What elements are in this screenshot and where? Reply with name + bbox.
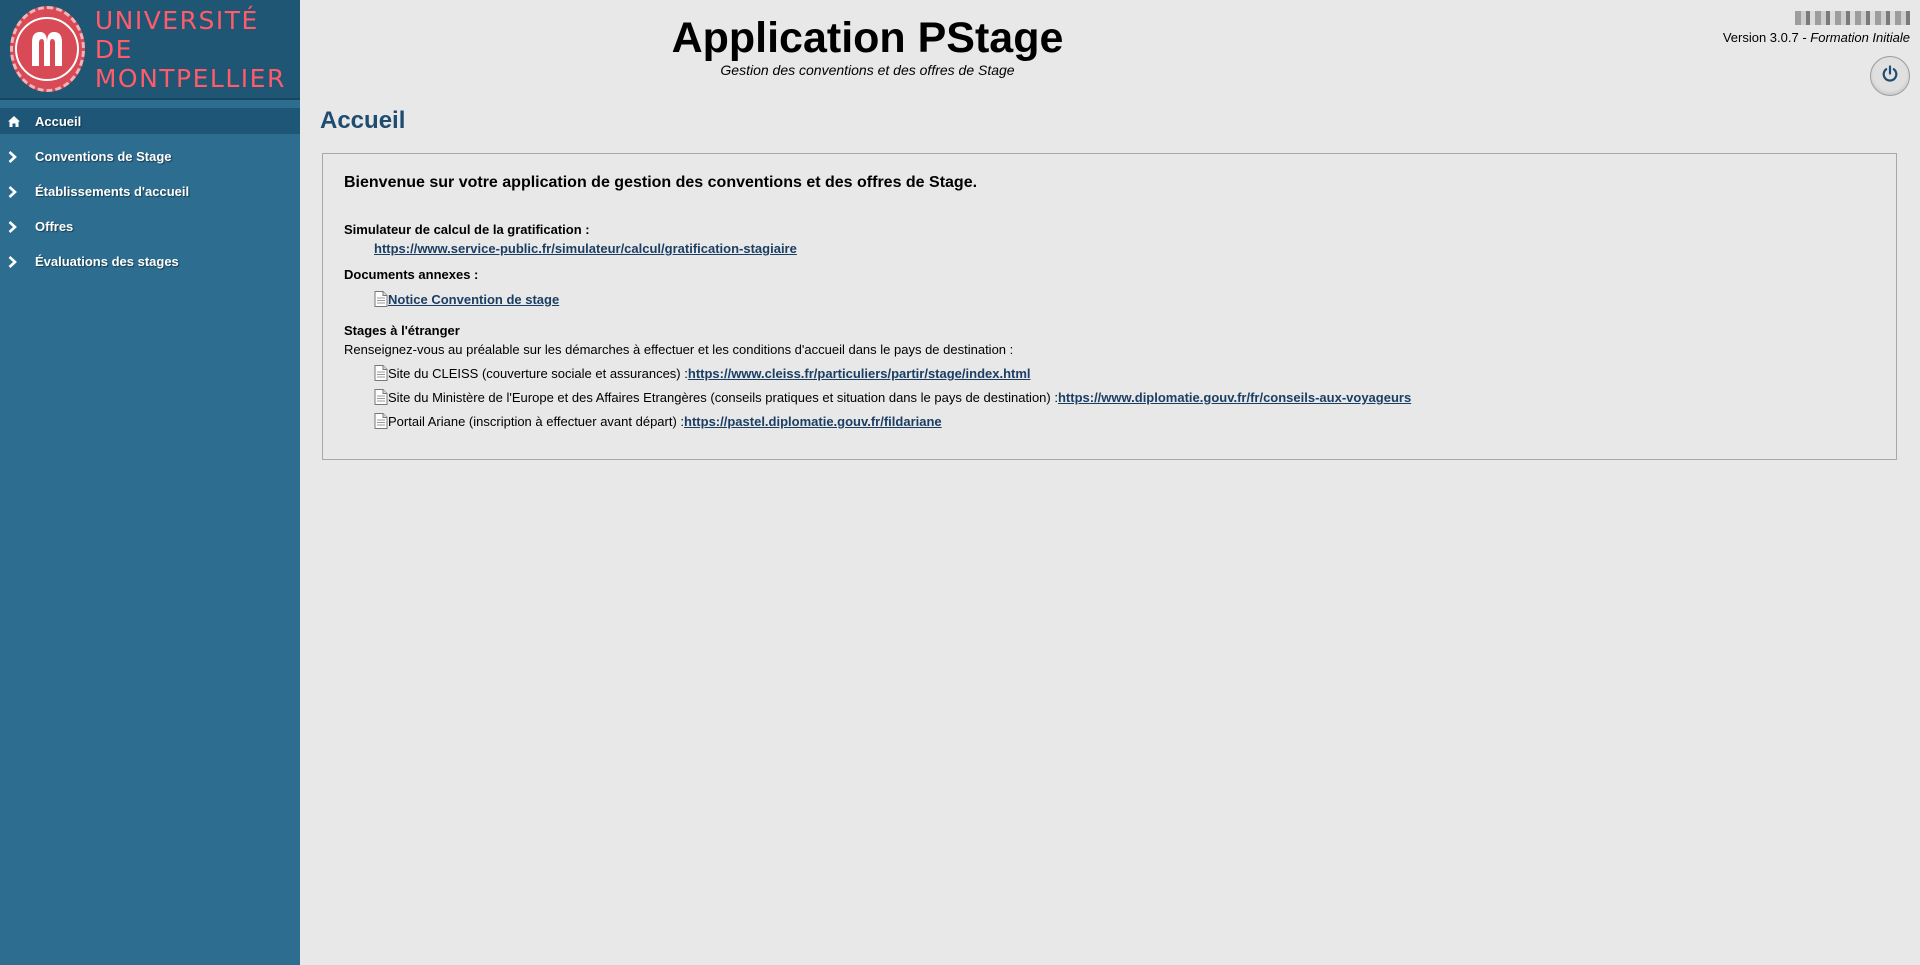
logo-line-1: UNIVERSITÉ — [94, 5, 259, 35]
document-icon — [374, 413, 388, 429]
sidebar-item-conventions[interactable]: Conventions de Stage — [0, 139, 300, 174]
abroad-intro: Renseignez-vous au préalable sur les dém… — [344, 342, 1014, 357]
home-icon — [8, 115, 27, 127]
sidebar-item-offres[interactable]: Offres — [0, 209, 300, 244]
document-icon — [374, 389, 388, 405]
page-title: Accueil — [320, 107, 406, 134]
logout-button[interactable] — [1870, 56, 1910, 96]
cleiss-link[interactable]: https://www.cleiss.fr/particuliers/parti… — [688, 366, 1031, 381]
sidebar-item-label: Évaluations des stages — [35, 254, 179, 269]
list-item: Site du Ministère de l'Europe et des Aff… — [344, 381, 1875, 405]
power-icon — [1881, 64, 1899, 88]
notice-convention-link[interactable]: Notice Convention de stage — [388, 292, 559, 307]
ministere-label: Site du Ministère de l'Europe et des Aff… — [388, 390, 1058, 405]
ariane-label: Portail Ariane (inscription à effectuer … — [388, 414, 685, 429]
version-number: Version 3.0.7 - — [1722, 30, 1811, 45]
simulator-link[interactable]: https://www.service-public.fr/simulateur… — [374, 241, 797, 256]
cleiss-label: Site du CLEISS (couverture sociale et as… — [388, 366, 688, 381]
main-area: Application PStage Gestion des conventio… — [300, 0, 1920, 965]
abroad-title: Stages à l'étranger — [344, 323, 460, 338]
document-icon — [374, 365, 388, 381]
sidebar-item-label: Établissements d'accueil — [35, 184, 190, 199]
logo-line-2: DE MONTPELLIER — [94, 34, 286, 93]
app-header: Application PStage Gestion des conventio… — [670, 12, 1065, 78]
sidebar-item-evaluations[interactable]: Évaluations des stages — [0, 244, 300, 279]
sidebar-item-label: Offres — [35, 219, 74, 234]
ariane-link[interactable]: https://pastel.diplomatie.gouv.fr/fildar… — [684, 414, 942, 429]
chevron-right-icon — [8, 220, 27, 233]
sidebar-item-accueil[interactable]: Accueil — [0, 108, 300, 134]
simulator-title: Simulateur de calcul de la gratification… — [344, 222, 590, 237]
list-item: Portail Ariane (inscription à effectuer … — [344, 405, 1875, 429]
sidebar-nav: Accueil Conventions de Stage Établisseme… — [0, 108, 300, 279]
document-icon — [374, 291, 388, 307]
sidebar: UNIVERSITÉ DE MONTPELLIER Accueil Conven… — [0, 0, 300, 965]
chevron-right-icon — [8, 150, 27, 163]
university-logo[interactable]: UNIVERSITÉ DE MONTPELLIER — [0, 0, 300, 100]
home-panel: Bienvenue sur votre application de gesti… — [322, 153, 1897, 460]
app-title: Application PStage — [671, 14, 1064, 62]
list-item: Site du CLEISS (couverture sociale et as… — [344, 357, 1875, 381]
university-seal-icon — [10, 6, 85, 92]
version-info: Version 3.0.7 - Formation Initiale — [1723, 30, 1910, 45]
documents-title: Documents annexes : — [344, 267, 479, 282]
sidebar-item-etablissements[interactable]: Établissements d'accueil — [0, 174, 300, 209]
sidebar-item-label: Conventions de Stage — [35, 149, 172, 164]
welcome-message: Bienvenue sur votre application de gesti… — [344, 174, 978, 191]
version-mode: Formation Initiale — [1810, 30, 1910, 45]
diplomatie-link[interactable]: https://www.diplomatie.gouv.fr/fr/consei… — [1058, 390, 1411, 405]
user-name-blurred — [1795, 11, 1910, 25]
app-subtitle: Gestion des conventions et des offres de… — [720, 62, 1015, 78]
chevron-right-icon — [8, 185, 27, 198]
sidebar-item-label: Accueil — [35, 113, 82, 129]
chevron-right-icon — [8, 255, 27, 268]
